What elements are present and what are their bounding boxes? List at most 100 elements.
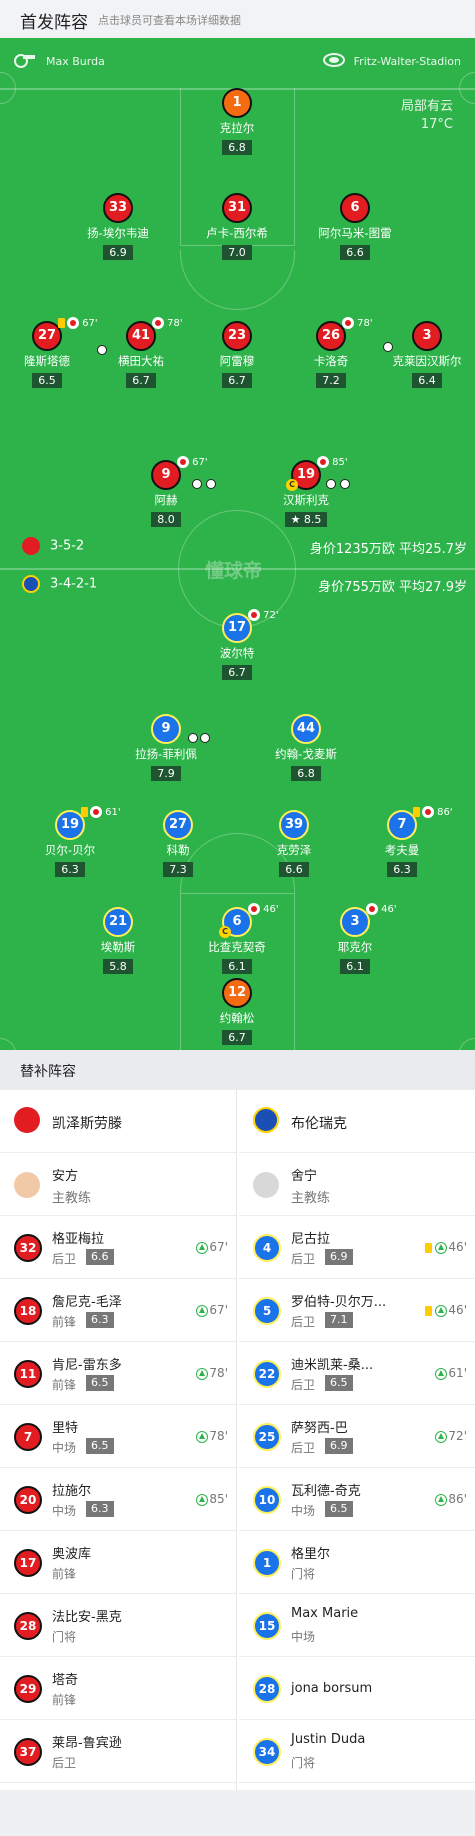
player-marker[interactable]: 27 科勒 7.3 [123, 810, 233, 877]
away-team-badge-icon [22, 575, 40, 593]
player-name: 阿赫 [154, 493, 178, 507]
substitute-row[interactable]: 4 尼古拉 后卫 6.9 46' [239, 1216, 475, 1279]
sub-position: 后卫 [291, 1441, 316, 1455]
player-marker[interactable]: 9 阿赫 8.0 67' [111, 456, 221, 527]
player-name: 耶克尔 [337, 940, 373, 954]
home-team-row[interactable]: 凯泽斯劳滕 [0, 1090, 236, 1153]
sub-minute: 72' [260, 610, 279, 621]
player-marker[interactable]: 3 克莱因汉斯尔 6.4 [372, 321, 475, 388]
lineup-subtitle: 点击球员可查看本场详细数据 [98, 14, 241, 27]
sub-name: 奥波库 [52, 1547, 92, 1562]
player-rating: 6.1 [222, 959, 252, 974]
sub-minute: 86' [434, 807, 453, 818]
substitute-row[interactable]: 18 詹尼克-毛泽 前锋 6.3 67' [0, 1279, 236, 1342]
substitute-row[interactable]: 28 法比安-黑克 门将 [0, 1594, 236, 1657]
substitute-row[interactable]: 10 瓦利德-奇克 中场 6.5 86' [239, 1468, 475, 1531]
player-marker[interactable]: 31 卢卡-西尔希 7.0 [182, 193, 292, 260]
captain-badge-icon: C [219, 926, 231, 938]
away-team-row[interactable]: 布伦瑞克 [239, 1090, 475, 1153]
away-team-name: 布伦瑞克 [291, 1116, 347, 1132]
substitute-row[interactable]: 20 拉施尔 中场 6.3 85' [0, 1468, 236, 1531]
substitute-row[interactable]: 7 里特 中场 6.5 78' [0, 1405, 236, 1468]
player-marker[interactable]: 1 克拉尔 6.8 [182, 88, 292, 155]
substitute-row[interactable]: 28 jona borsum [239, 1657, 475, 1720]
sub-name: 格里尔 [291, 1547, 331, 1562]
player-marker[interactable]: 39 克劳泽 6.6 [239, 810, 349, 877]
player-marker[interactable]: 7 考夫曼 6.3 86' [347, 806, 457, 877]
substitute-row[interactable]: 17 奥波库 前锋 [0, 1531, 236, 1594]
player-marker[interactable]: 6 阿尔马米-图雷 6.6 [300, 193, 410, 260]
sub-position: 后卫 [291, 1252, 316, 1266]
away-coach-row[interactable]: 舍宁 主教练 [239, 1153, 475, 1216]
sub-position: 后卫 [52, 1252, 77, 1266]
substitute-row[interactable]: 25 萨努西-巴 后卫 6.9 72' [239, 1405, 475, 1468]
player-rating: 6.4 [412, 373, 442, 388]
player-marker[interactable]: 17 波尔特 6.7 72' [182, 609, 292, 680]
sub-on-minute: 85' [196, 1492, 228, 1506]
home-coach-row[interactable]: 安方 主教练 [0, 1153, 236, 1216]
player-marker[interactable]: 19 贝尔-贝尔 6.3 61' [15, 806, 125, 877]
substitution-event: 46' [248, 903, 279, 915]
substitute-row[interactable]: 5 罗伯特-贝尔万... 后卫 7.1 46' [239, 1279, 475, 1342]
sub-name: 瓦利德-奇克 [291, 1484, 361, 1499]
player-marker[interactable]: 9 拉扬-菲利佩 7.9 [111, 714, 221, 781]
sub-number: 10 [253, 1486, 281, 1514]
substitute-row[interactable]: 11 肯尼-雷东多 前锋 6.5 78' [0, 1342, 236, 1405]
player-marker[interactable]: 19 汉斯利克 ★ 8.5 85' C [251, 456, 361, 527]
player-rating: 6.6 [279, 862, 309, 877]
watermark-logo: 懂球帝 [205, 560, 263, 582]
lineup-header: 首发阵容 点击球员可查看本场详细数据 [0, 0, 475, 38]
player-marker[interactable]: 21 埃勒斯 5.8 [63, 907, 173, 974]
player-marker[interactable]: 33 扬-埃尔韦迪 6.9 [63, 193, 173, 260]
substitute-row[interactable]: 37 莱昂-鲁宾逊 后卫 [0, 1720, 236, 1783]
player-rating: 5.8 [103, 959, 133, 974]
player-name: 约翰松 [219, 1011, 255, 1025]
sub-on-icon [196, 1241, 209, 1254]
player-marker[interactable]: 12 约翰松 6.7 [182, 978, 292, 1045]
sub-on-icon [435, 1367, 448, 1380]
player-name: 比查克契奇 [208, 940, 266, 954]
sub-off-icon [152, 317, 164, 329]
captain-badge-icon: C [286, 479, 298, 491]
sub-on-icon [435, 1493, 448, 1506]
player-marker[interactable]: 6 比查克契奇 6.1 46' C [182, 903, 292, 974]
sub-position: 中场 [52, 1441, 77, 1455]
player-marker[interactable]: 26 卡洛奇 7.2 78' [276, 317, 393, 388]
coach-avatar [14, 1172, 40, 1198]
sub-number: 32 [14, 1234, 42, 1262]
home-formation-text: 3-5-2 [50, 538, 85, 554]
substitute-row[interactable]: 15 Max Marie 中场 [239, 1594, 475, 1657]
substitution-event: 67' [177, 456, 208, 468]
player-marker[interactable]: 41 横田大祐 6.7 78' [86, 317, 196, 388]
sub-number: 17 [14, 1549, 42, 1577]
player-number: 27 [163, 810, 193, 840]
sub-name: 肯尼-雷东多 [52, 1358, 122, 1373]
player-name: 埃勒斯 [100, 940, 136, 954]
sub-on-icon [196, 1304, 209, 1317]
sub-number: 25 [253, 1423, 281, 1451]
temperature: 17°C [420, 117, 453, 132]
sub-off-icon [366, 903, 378, 915]
sub-name: 莱昂-鲁宾逊 [52, 1736, 122, 1751]
sub-on-minute: 61' [435, 1366, 467, 1380]
substitute-row[interactable]: 22 迪米凯莱-桑... 后卫 6.5 61' [239, 1342, 475, 1405]
player-number: 6 [340, 193, 370, 223]
sub-number: 34 [253, 1738, 281, 1766]
substitute-row[interactable]: 1 格里尔 门将 [239, 1531, 475, 1594]
player-number: 3 [412, 321, 442, 351]
substitute-row[interactable]: 32 格亚梅拉 后卫 6.6 67' [0, 1216, 236, 1279]
home-formation: 3-5-2 [22, 537, 84, 555]
goal-ball-icon [200, 733, 210, 743]
player-marker[interactable]: 3 耶克尔 6.1 46' [300, 903, 410, 974]
sub-minute: 46' [260, 904, 279, 915]
player-marker[interactable]: 44 约翰-戈麦斯 6.8 [251, 714, 361, 781]
goal-ball-icon [192, 479, 202, 489]
sub-name: 罗伯特-贝尔万... [291, 1295, 387, 1310]
player-rating: 6.6 [340, 245, 370, 260]
sub-number: 37 [14, 1738, 42, 1766]
player-rating: 7.9 [151, 766, 181, 781]
sub-name: 尼古拉 [291, 1232, 331, 1247]
substitute-row[interactable]: 29 塔奇 前锋 [0, 1657, 236, 1720]
substitute-row[interactable]: 34 Justin Duda 门将 [239, 1720, 475, 1783]
player-rating: 6.5 [32, 373, 62, 388]
